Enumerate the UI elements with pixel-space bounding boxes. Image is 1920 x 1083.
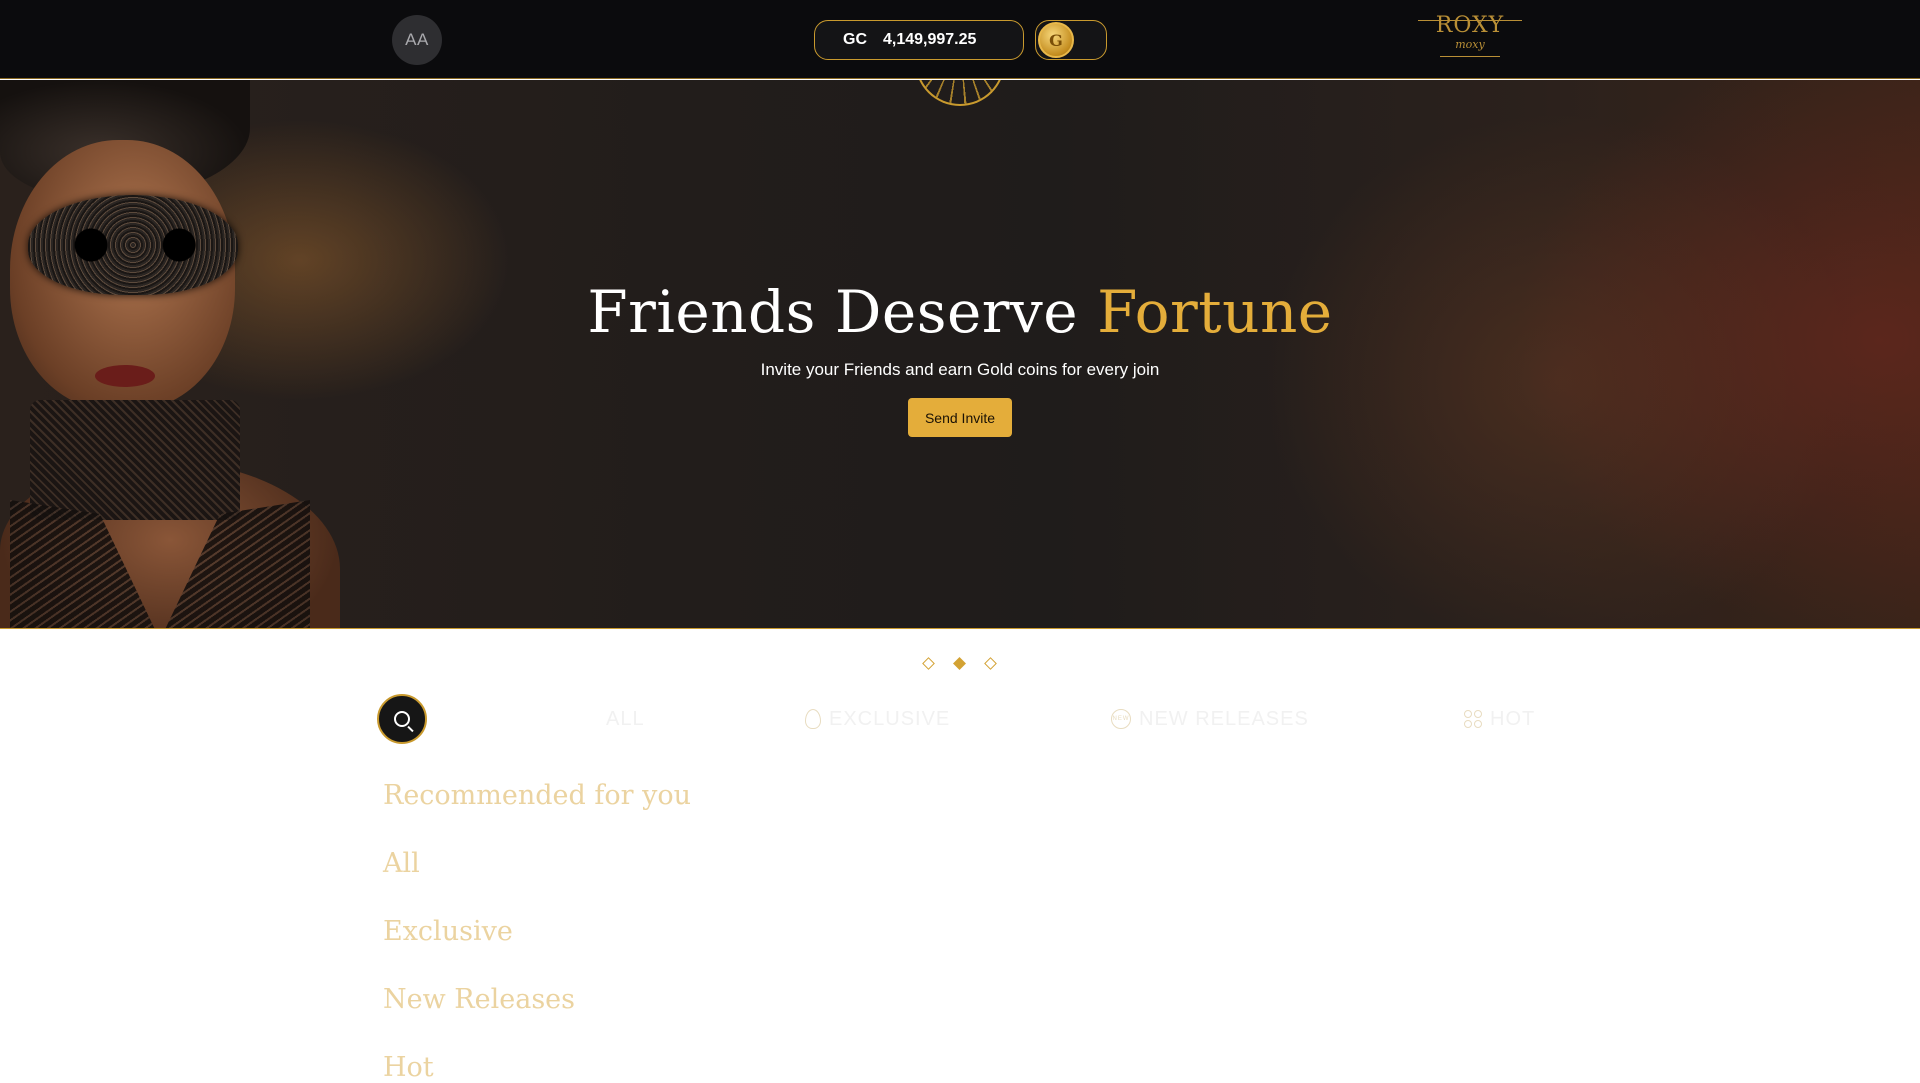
logo-underline [1440, 56, 1500, 57]
tab-new-releases-label: NEW RELEASES [1139, 707, 1309, 730]
search-icon [394, 711, 410, 727]
hero-title-main: Friends Deserve [587, 278, 1098, 346]
grid-icon [1464, 710, 1482, 728]
section-heading-hot: Hot [383, 1052, 434, 1083]
currency-toggle[interactable]: G [1035, 20, 1107, 60]
gold-coin-icon: G [1038, 22, 1074, 58]
hero-title: Friends Deserve Fortune [0, 278, 1920, 346]
hero-subtitle: Invite your Friends and earn Gold coins … [760, 360, 1160, 379]
carousel-indicators [920, 656, 1000, 672]
tab-exclusive[interactable]: EXCLUSIVE [805, 704, 950, 734]
lace-choker [30, 400, 240, 520]
logo-divider [1418, 20, 1522, 21]
user-avatar[interactable]: AA [392, 15, 442, 65]
search-button[interactable] [377, 694, 427, 744]
tab-all[interactable]: ALL [606, 704, 645, 734]
tab-hot-label: HOT [1490, 707, 1536, 730]
tab-new-releases[interactable]: NEW NEW RELEASES [1111, 704, 1309, 734]
top-header: AA GC 4,149,997.25 G ROXY moxy [0, 0, 1920, 79]
section-heading-new-releases: New Releases [383, 984, 576, 1015]
logo-title: ROXY [1435, 13, 1505, 38]
art-deco-fan-ornament [915, 80, 1005, 106]
section-heading-all: All [383, 848, 420, 879]
balance-currency: GC [843, 31, 867, 48]
balance-amount: 4,149,997.25 [883, 31, 977, 48]
carousel-dot-2[interactable] [953, 657, 966, 670]
coin-glyph: G [1049, 30, 1063, 50]
send-invite-button[interactable]: Send Invite [908, 398, 1012, 437]
tab-hot[interactable]: HOT [1464, 704, 1535, 734]
logo-subtitle: moxy [1455, 38, 1485, 51]
carousel-dot-3[interactable] [984, 657, 997, 670]
tab-exclusive-label: EXCLUSIVE [829, 707, 951, 730]
hero-banner: Friends Deserve Fortune Invite your Frie… [0, 80, 1920, 629]
new-badge-icon: NEW [1111, 709, 1131, 729]
section-heading-exclusive: Exclusive [383, 916, 513, 947]
hero-title-accent: Fortune [1097, 278, 1333, 346]
carousel-dot-1[interactable] [922, 657, 935, 670]
flame-icon [805, 709, 821, 729]
tab-all-label: ALL [606, 707, 645, 730]
masked-woman-illustration [0, 80, 360, 628]
roxy-moxy-logo[interactable]: ROXY moxy [1418, 14, 1522, 62]
section-heading-recommended: Recommended for you [383, 780, 692, 811]
coin-balance-display[interactable]: GC 4,149,997.25 [814, 20, 1024, 60]
